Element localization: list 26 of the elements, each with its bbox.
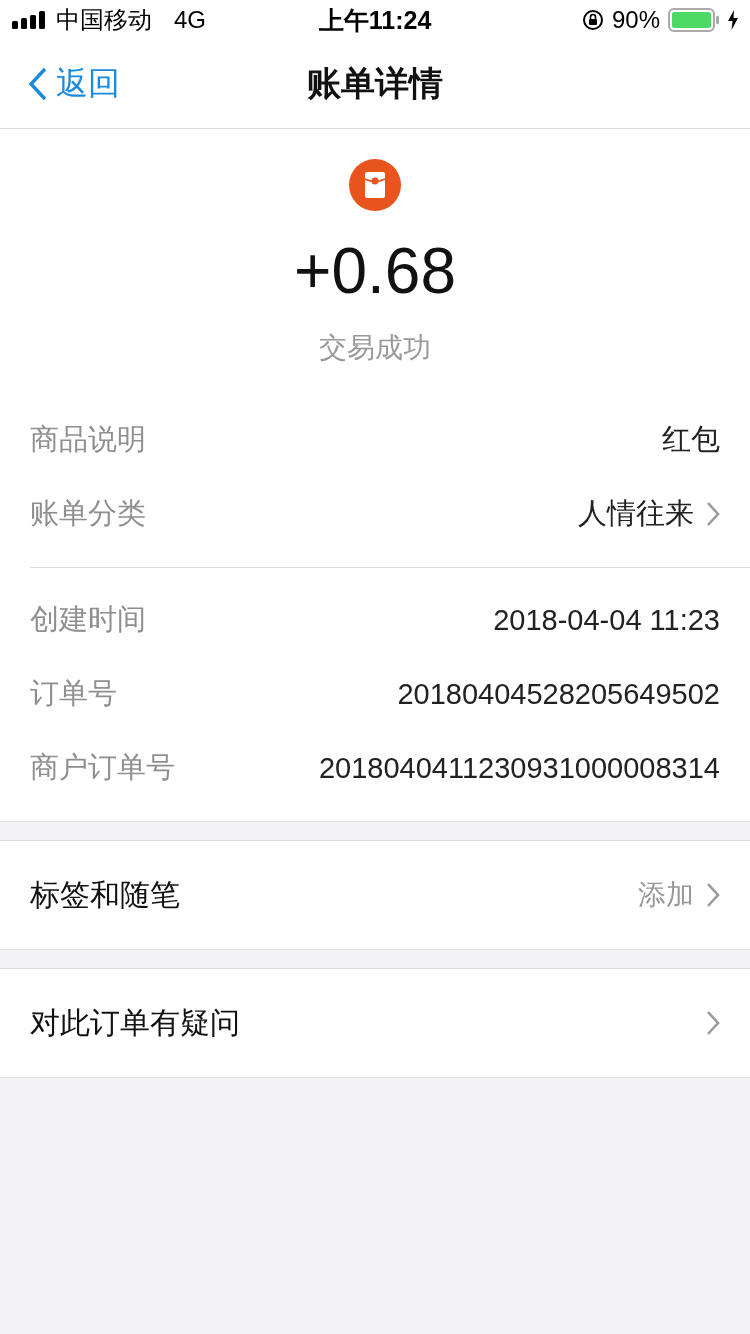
field-value: 人情往来 <box>578 496 694 531</box>
field-label: 商品说明 <box>30 422 146 457</box>
amount: +0.68 <box>294 234 456 309</box>
field-label: 订单号 <box>30 676 117 711</box>
action-row[interactable]: 标签和随笔 添加 <box>0 840 750 950</box>
transaction-status: 交易成功 <box>319 331 431 365</box>
back-button[interactable]: 返回 <box>28 62 120 106</box>
field-value: 2018-04-04 11:23 <box>493 603 720 637</box>
envelope-icon <box>349 159 401 211</box>
field-label: 商户订单号 <box>30 750 175 785</box>
back-chevron-icon <box>28 67 48 101</box>
battery-percent: 90% <box>611 6 660 34</box>
field-value: 红包 <box>662 422 720 457</box>
action-row[interactable]: 对此订单有疑问 <box>0 968 750 1078</box>
page-title: 账单详情 <box>307 63 443 104</box>
signal-icon <box>12 11 48 29</box>
carrier-name: 中国移动 <box>56 5 152 35</box>
charging-icon <box>728 10 738 30</box>
network-type: 4G <box>174 6 206 34</box>
rotation-lock-icon <box>581 9 604 31</box>
field-value: 2018040411230931000008314 <box>318 751 720 785</box>
clock-time: 上午11:24 <box>318 4 432 36</box>
field-label: 账单分类 <box>30 496 146 531</box>
battery-icon <box>668 8 720 32</box>
field-label: 创建时间 <box>30 602 146 637</box>
field-value: 20180404528205649502 <box>397 677 720 711</box>
